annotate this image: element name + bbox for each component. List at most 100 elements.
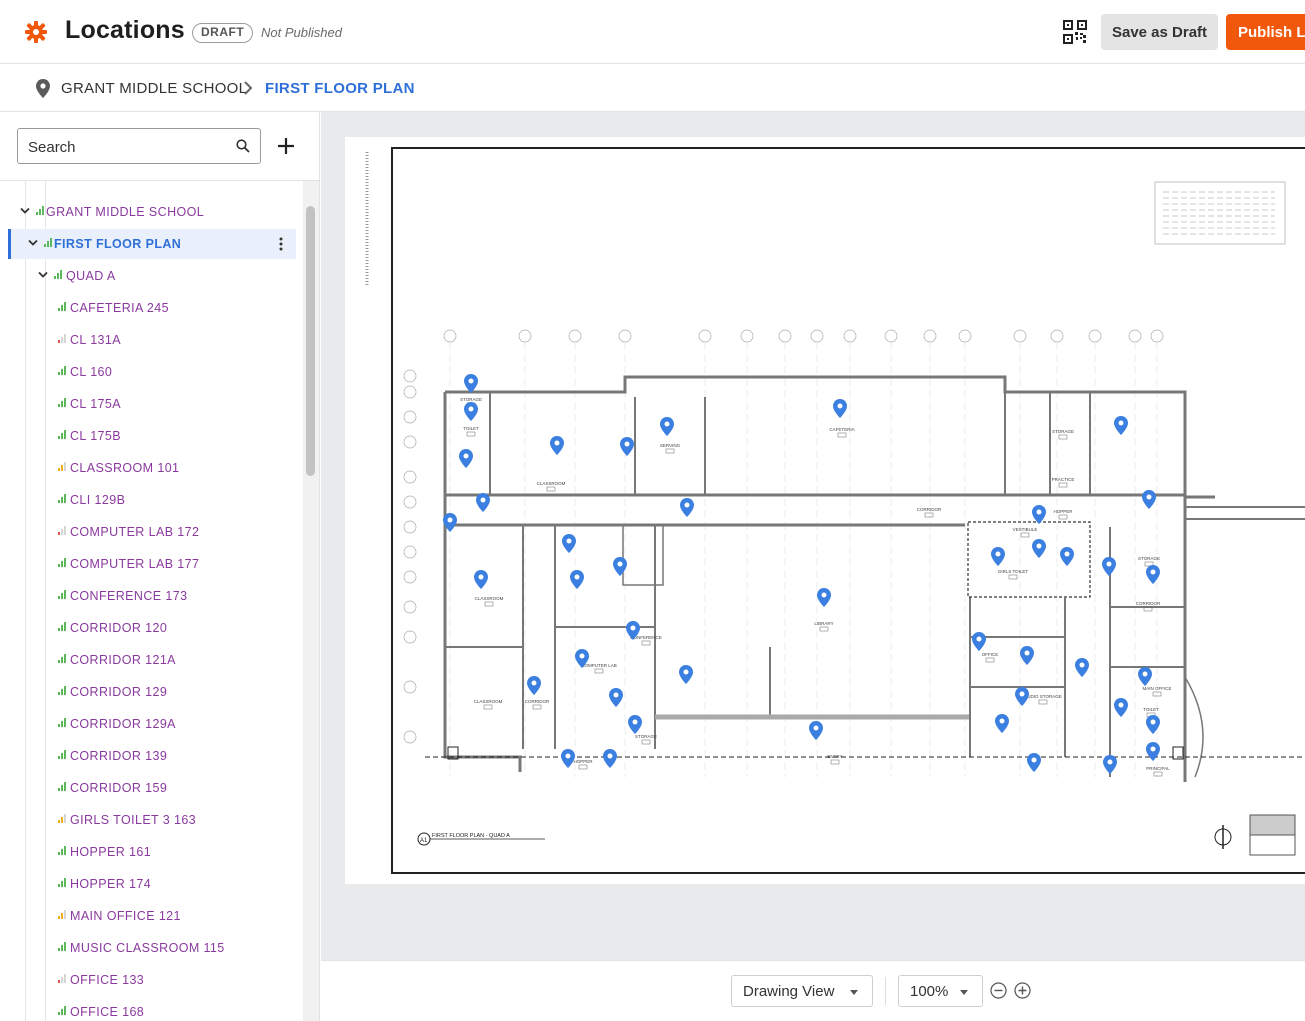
room-label: AUDIO STORAGE bbox=[1024, 694, 1061, 699]
tree-item[interactable]: CL 175B bbox=[8, 421, 296, 451]
tree-item[interactable]: CLASSROOM 101 bbox=[8, 453, 296, 483]
chevron-down-icon[interactable] bbox=[28, 239, 38, 247]
location-pin-icon[interactable] bbox=[476, 493, 490, 512]
location-pin-icon[interactable] bbox=[991, 547, 1005, 566]
zoom-select[interactable]: 100% bbox=[898, 975, 983, 1007]
location-pin-icon[interactable] bbox=[817, 588, 831, 607]
location-pin-icon[interactable] bbox=[1060, 547, 1074, 566]
location-pin-icon[interactable] bbox=[679, 665, 693, 684]
drawing-canvas[interactable]: A1 FIRST FLOOR PLAN - QUAD A STORAGE TOILET… bbox=[321, 112, 1305, 960]
location-pin-icon[interactable] bbox=[972, 632, 986, 651]
tree-item[interactable]: FIRST FLOOR PLAN bbox=[8, 229, 296, 259]
tree-item-label: CL 131A bbox=[70, 333, 121, 347]
location-pin-icon[interactable] bbox=[809, 721, 823, 740]
tree-item[interactable]: OFFICE 168 bbox=[8, 997, 296, 1021]
location-pin-icon[interactable] bbox=[1075, 658, 1089, 677]
floor-plan-drawing[interactable]: A1 FIRST FLOOR PLAN - QUAD A STORAGE TOILET… bbox=[345, 137, 1305, 884]
room-label: PRINCIPAL bbox=[1146, 766, 1170, 771]
location-pin-icon[interactable] bbox=[1114, 416, 1128, 435]
chevron-down-icon[interactable] bbox=[38, 271, 48, 279]
tree-item[interactable]: COMPUTER LAB 172 bbox=[8, 517, 296, 547]
location-pin-icon[interactable] bbox=[1020, 646, 1034, 665]
tree-item[interactable]: HOPPER 161 bbox=[8, 837, 296, 867]
location-pin-icon[interactable] bbox=[1146, 742, 1160, 761]
location-pin-icon[interactable] bbox=[1146, 565, 1160, 584]
tree-item[interactable]: CL 131A bbox=[8, 325, 296, 355]
location-pin-icon[interactable] bbox=[459, 449, 473, 468]
tree-item[interactable]: CORRIDOR 129 bbox=[8, 677, 296, 707]
tree-item[interactable]: QUAD A bbox=[8, 261, 296, 291]
tree-item[interactable]: CORRIDOR 159 bbox=[8, 773, 296, 803]
zoom-out-icon[interactable] bbox=[990, 982, 1007, 999]
location-pin-icon[interactable] bbox=[660, 417, 674, 436]
signal-strength-icon bbox=[58, 366, 66, 375]
room-label: LIBRARY bbox=[814, 621, 833, 626]
qr-code-icon[interactable] bbox=[1063, 20, 1087, 44]
scrollbar-thumb[interactable] bbox=[306, 206, 315, 476]
tree-item[interactable]: GRANT MIDDLE SCHOOL bbox=[8, 197, 296, 227]
tree-item[interactable]: CORRIDOR 120 bbox=[8, 613, 296, 643]
publish-button[interactable]: Publish Lo bbox=[1226, 14, 1305, 50]
tree-item[interactable]: CORRIDOR 139 bbox=[8, 741, 296, 771]
tree-item[interactable]: MUSIC CLASSROOM 115 bbox=[8, 933, 296, 963]
location-pin-icon[interactable] bbox=[628, 715, 642, 734]
tree-item[interactable]: HOPPER 174 bbox=[8, 869, 296, 899]
search-icon[interactable] bbox=[236, 139, 250, 153]
location-pin-icon[interactable] bbox=[1015, 687, 1029, 706]
tree-item[interactable]: OFFICE 133 bbox=[8, 965, 296, 995]
location-pin-icon[interactable] bbox=[1032, 539, 1046, 558]
location-pin-icon[interactable] bbox=[620, 437, 634, 456]
location-pin-icon[interactable] bbox=[1102, 557, 1116, 576]
grid-bubble bbox=[810, 329, 824, 343]
add-location-icon[interactable] bbox=[276, 136, 296, 156]
signal-strength-icon bbox=[58, 462, 66, 471]
tree-item[interactable]: CONFERENCE 173 bbox=[8, 581, 296, 611]
location-pin-icon[interactable] bbox=[562, 534, 576, 553]
location-pin-icon[interactable] bbox=[464, 374, 478, 393]
tree-item[interactable]: CLI 129B bbox=[8, 485, 296, 515]
tree-item[interactable]: CORRIDOR 129A bbox=[8, 709, 296, 739]
location-pin-icon[interactable] bbox=[527, 676, 541, 695]
grid-bubble bbox=[843, 329, 857, 343]
view-mode-select[interactable]: Drawing View bbox=[731, 975, 873, 1007]
room-tag bbox=[578, 764, 588, 770]
search-input[interactable] bbox=[28, 137, 228, 157]
tree-item[interactable]: COMPUTER LAB 177 bbox=[8, 549, 296, 579]
location-pin-icon[interactable] bbox=[1142, 490, 1156, 509]
search-box bbox=[17, 128, 261, 164]
tree-item[interactable]: CL 160 bbox=[8, 357, 296, 387]
chevron-down-icon[interactable] bbox=[20, 207, 30, 215]
location-pin-icon[interactable] bbox=[1032, 505, 1046, 524]
tree-item-label: CLASSROOM 101 bbox=[70, 461, 180, 475]
location-pin-icon[interactable] bbox=[464, 402, 478, 421]
more-options-icon[interactable] bbox=[279, 237, 283, 251]
location-pin-icon[interactable] bbox=[680, 498, 694, 517]
room-label: ENTRY bbox=[827, 754, 842, 759]
location-pin-icon[interactable] bbox=[570, 570, 584, 589]
location-pin-icon[interactable] bbox=[1103, 755, 1117, 774]
drawing-sheet[interactable]: A1 FIRST FLOOR PLAN - QUAD A STORAGE TOILET… bbox=[345, 137, 1305, 884]
tree-item[interactable]: CAFETERIA 245 bbox=[8, 293, 296, 323]
breadcrumb-floor[interactable]: FIRST FLOOR PLAN bbox=[265, 80, 415, 97]
location-pin-icon[interactable] bbox=[550, 436, 564, 455]
location-pin-icon[interactable] bbox=[995, 714, 1009, 733]
status-badge: DRAFT bbox=[192, 23, 254, 43]
location-pin-icon[interactable] bbox=[609, 688, 623, 707]
location-pin-icon[interactable] bbox=[833, 399, 847, 418]
location-pin-icon[interactable] bbox=[1027, 753, 1041, 772]
location-pin-icon[interactable] bbox=[1146, 715, 1160, 734]
chevron-right-icon bbox=[244, 81, 253, 95]
tree-item[interactable]: MAIN OFFICE 121 bbox=[8, 901, 296, 931]
tree-item[interactable]: CL 175A bbox=[8, 389, 296, 419]
location-pin-icon[interactable] bbox=[603, 749, 617, 768]
location-pin-icon[interactable] bbox=[1114, 698, 1128, 717]
location-pin-icon[interactable] bbox=[561, 749, 575, 768]
tree-item[interactable]: GIRLS TOILET 3 163 bbox=[8, 805, 296, 835]
location-pin-icon[interactable] bbox=[1138, 667, 1152, 686]
tree-item[interactable]: CORRIDOR 121A bbox=[8, 645, 296, 675]
location-pin-icon[interactable] bbox=[474, 570, 488, 589]
save-as-draft-button[interactable]: Save as Draft bbox=[1101, 14, 1218, 50]
tree-item-label: FIRST FLOOR PLAN bbox=[54, 237, 182, 251]
zoom-in-icon[interactable] bbox=[1014, 982, 1031, 999]
breadcrumb-school[interactable]: GRANT MIDDLE SCHOOL bbox=[61, 80, 247, 97]
